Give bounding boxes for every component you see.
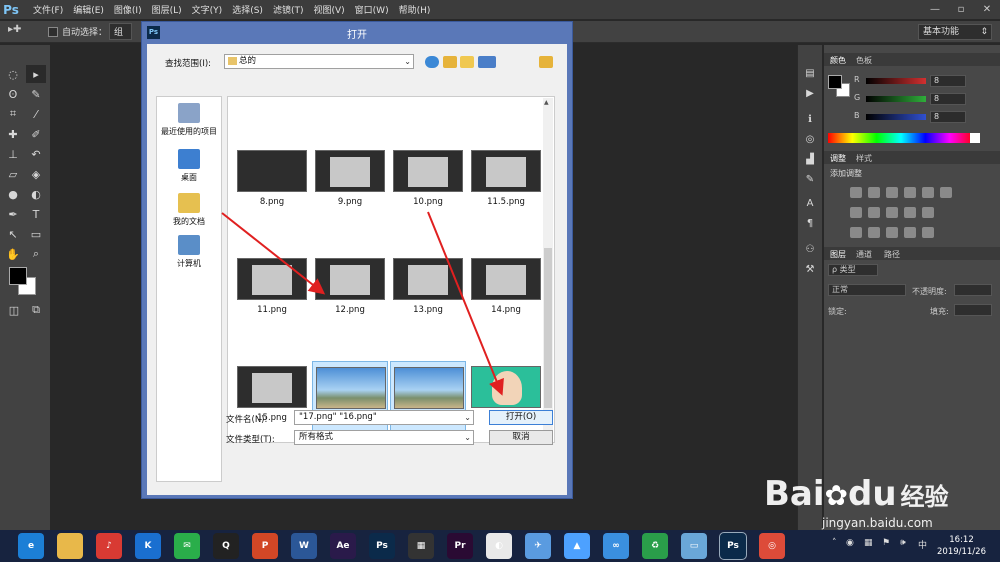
baidu-logo: Bai✿du 经验 [764,474,949,514]
chrome-icon[interactable]: ◎ [759,533,785,559]
powerpoint-icon[interactable]: P [252,533,278,559]
after-effects-icon[interactable]: Ae [330,533,356,559]
tray-flag-icon[interactable]: ⚑ [882,538,890,548]
shuangse-icon[interactable]: ◐ [486,533,512,559]
volume-icon[interactable]: 🕪 [900,538,906,548]
taskbar: e ♪ K ✉ Q P W Ae Ps ▦ Pr ◐ ✈ ▲ ∞ ♻ ▭ Ps ◎ ˄ ◉ ▦ ⚑ 🕪 中 16:1… [0,530,1000,562]
kugou-icon[interactable]: K [135,533,161,559]
dingtalk-icon[interactable]: ▲ [564,533,590,559]
tray-qq-icon[interactable]: ◉ [846,538,854,548]
file-explorer-icon[interactable] [57,533,83,559]
qq-icon[interactable]: Q [213,533,239,559]
wechat-icon[interactable]: ✉ [174,533,200,559]
feige-icon[interactable]: ✈ [525,533,551,559]
premiere-icon[interactable]: Pr [447,533,473,559]
ie-icon[interactable]: e [18,533,44,559]
recycle-icon[interactable]: ♻ [642,533,668,559]
arrow-to-open-button [427,211,504,396]
photoshop-active-icon[interactable]: Ps [719,532,747,560]
word-icon[interactable]: W [291,533,317,559]
tray-arrow-icon[interactable]: ˄ [832,538,837,548]
baidu-netdisk-icon[interactable]: ∞ [603,533,629,559]
tray-network-icon[interactable]: ▦ [864,538,873,548]
video-editor-icon[interactable]: ▦ [408,533,434,559]
notes-icon[interactable]: ▭ [681,533,707,559]
system-clock[interactable]: 16:12 2019/11/26 [937,534,986,558]
ime-icon[interactable]: 中 [918,538,927,551]
arrow-to-file-12 [221,212,326,295]
photoshop-icon[interactable]: Ps [369,533,395,559]
watermark-url: jingyan.baidu.com [822,516,933,530]
netease-music-icon[interactable]: ♪ [96,533,122,559]
